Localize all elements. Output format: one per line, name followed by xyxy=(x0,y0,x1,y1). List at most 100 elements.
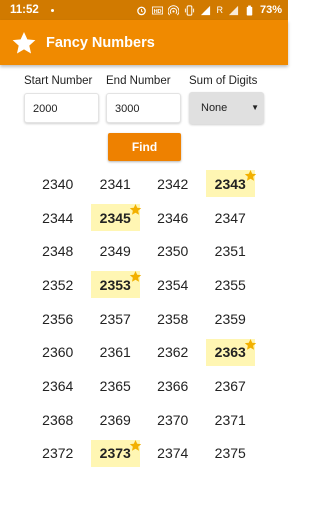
number-text: 2360 xyxy=(42,344,74,361)
number-text: 2373 xyxy=(99,445,131,462)
number-cell[interactable]: 2355 xyxy=(202,271,260,298)
number-text: 2343 xyxy=(214,175,246,192)
number-cell[interactable]: 2375 xyxy=(202,440,260,467)
number-cell[interactable]: 2372 xyxy=(29,440,87,467)
star-icon xyxy=(12,31,36,54)
number-text: 2355 xyxy=(214,276,246,293)
number-text: 2369 xyxy=(99,411,131,428)
number-cell[interactable]: 2342 xyxy=(144,170,202,197)
notification-dot-icon xyxy=(50,8,54,12)
number-cell[interactable]: 2370 xyxy=(144,406,202,433)
svg-text:HD: HD xyxy=(154,8,162,14)
signal-icon xyxy=(201,5,211,15)
number-text: 2349 xyxy=(99,243,131,260)
number-cell[interactable]: 2360 xyxy=(29,339,87,366)
fancy-number-cell[interactable]: 2345 xyxy=(90,204,141,232)
network-label: R xyxy=(216,5,223,15)
number-cell[interactable]: 2354 xyxy=(144,271,202,298)
number-cell[interactable]: 2366 xyxy=(144,372,202,399)
number-cell[interactable]: 2362 xyxy=(144,339,202,366)
number-row: 2368 2369 2370 2371 xyxy=(29,403,259,437)
hotspot-icon xyxy=(168,4,180,15)
search-form: Start Number 2000 End Number 3000 Sum of… xyxy=(0,65,288,133)
number-text: 2361 xyxy=(99,344,131,361)
number-text: 2354 xyxy=(157,276,189,293)
number-cell[interactable]: 2374 xyxy=(144,440,202,467)
number-text: 2340 xyxy=(42,175,74,192)
number-row: 2352 2353 2354 2355 xyxy=(29,268,259,302)
number-text: 2357 xyxy=(99,310,131,327)
number-cell[interactable]: 2361 xyxy=(87,339,145,366)
number-cell[interactable]: 2358 xyxy=(144,305,202,332)
number-text: 2358 xyxy=(157,310,189,327)
number-text: 2351 xyxy=(214,243,246,260)
number-text: 2346 xyxy=(157,209,189,226)
number-cell[interactable]: 2350 xyxy=(144,238,202,265)
number-row: 2356 2357 2358 2359 xyxy=(29,302,259,336)
number-cell[interactable]: 2367 xyxy=(202,372,260,399)
number-text: 2348 xyxy=(42,243,74,260)
number-text: 2364 xyxy=(42,377,74,394)
number-grid: 2340 2341 2342 2343 2344 2345 2346 2347 2348 2349… xyxy=(29,167,259,470)
number-row: 2360 2361 2362 2363 xyxy=(29,335,259,369)
number-row: 2348 2349 2350 2351 xyxy=(29,234,259,268)
sum-of-digits-value: None xyxy=(201,102,228,114)
battery-percent: 73% xyxy=(259,4,282,16)
dropdown-caret-icon: ▼ xyxy=(251,103,259,112)
number-text: 2345 xyxy=(99,209,131,226)
app-title: Fancy Numbers xyxy=(46,34,155,51)
number-text: 2366 xyxy=(157,377,189,394)
number-text: 2352 xyxy=(42,276,74,293)
fancy-star-icon xyxy=(244,338,256,350)
number-cell[interactable]: 2349 xyxy=(87,238,145,265)
number-cell[interactable]: 2340 xyxy=(29,170,87,197)
number-cell[interactable]: 2341 xyxy=(87,170,145,197)
end-number-label: End Number xyxy=(106,75,171,87)
number-text: 2359 xyxy=(214,310,246,327)
number-cell[interactable]: 2351 xyxy=(202,238,260,265)
fancy-star-icon xyxy=(129,204,141,215)
app-bar: Fancy Numbers xyxy=(0,20,288,65)
number-text: 2347 xyxy=(214,209,246,226)
number-cell[interactable]: 2344 xyxy=(29,204,87,231)
number-row: 2364 2365 2366 2367 xyxy=(29,369,259,403)
number-cell[interactable]: 2368 xyxy=(29,406,87,433)
alarm-icon xyxy=(137,6,147,15)
number-cell[interactable]: 2348 xyxy=(29,238,87,265)
number-text: 2363 xyxy=(214,344,246,361)
fancy-number-cell[interactable]: 2353 xyxy=(90,271,141,299)
number-cell[interactable]: 2352 xyxy=(29,271,87,298)
hd-icon: HD xyxy=(152,6,164,14)
fancy-star-icon xyxy=(129,439,141,451)
number-text: 2356 xyxy=(42,310,74,327)
number-text: 2372 xyxy=(42,445,74,462)
fancy-number-cell[interactable]: 2373 xyxy=(90,439,141,467)
number-text: 2341 xyxy=(99,175,131,192)
number-row: 2344 2345 2346 2347 xyxy=(29,201,259,235)
number-cell[interactable]: 2359 xyxy=(202,305,260,332)
signal-icon-2 xyxy=(228,5,239,15)
number-row: 2340 2341 2342 2343 xyxy=(29,167,259,201)
sum-of-digits-select[interactable]: None ▼ xyxy=(189,92,264,124)
start-number-input[interactable]: 2000 xyxy=(24,93,99,123)
fancy-number-cell[interactable]: 2363 xyxy=(205,338,256,366)
find-button[interactable]: Find xyxy=(108,133,181,161)
number-cell[interactable]: 2357 xyxy=(87,305,145,332)
number-text: 2353 xyxy=(99,276,131,293)
number-cell[interactable]: 2371 xyxy=(202,406,260,433)
end-number-input[interactable]: 3000 xyxy=(106,93,181,123)
number-text: 2371 xyxy=(214,411,246,428)
number-cell[interactable]: 2369 xyxy=(87,406,145,433)
battery-icon xyxy=(246,5,253,16)
vibrate-icon xyxy=(185,4,195,16)
fancy-number-cell[interactable]: 2343 xyxy=(205,170,256,198)
number-cell[interactable]: 2347 xyxy=(202,204,260,231)
number-cell[interactable]: 2356 xyxy=(29,305,87,332)
number-cell[interactable]: 2346 xyxy=(144,204,202,231)
number-cell[interactable]: 2365 xyxy=(87,372,145,399)
number-text: 2342 xyxy=(157,175,189,192)
fancy-star-icon xyxy=(244,170,256,182)
number-cell[interactable]: 2364 xyxy=(29,372,87,399)
number-text: 2370 xyxy=(157,411,189,428)
number-text: 2350 xyxy=(157,243,189,260)
